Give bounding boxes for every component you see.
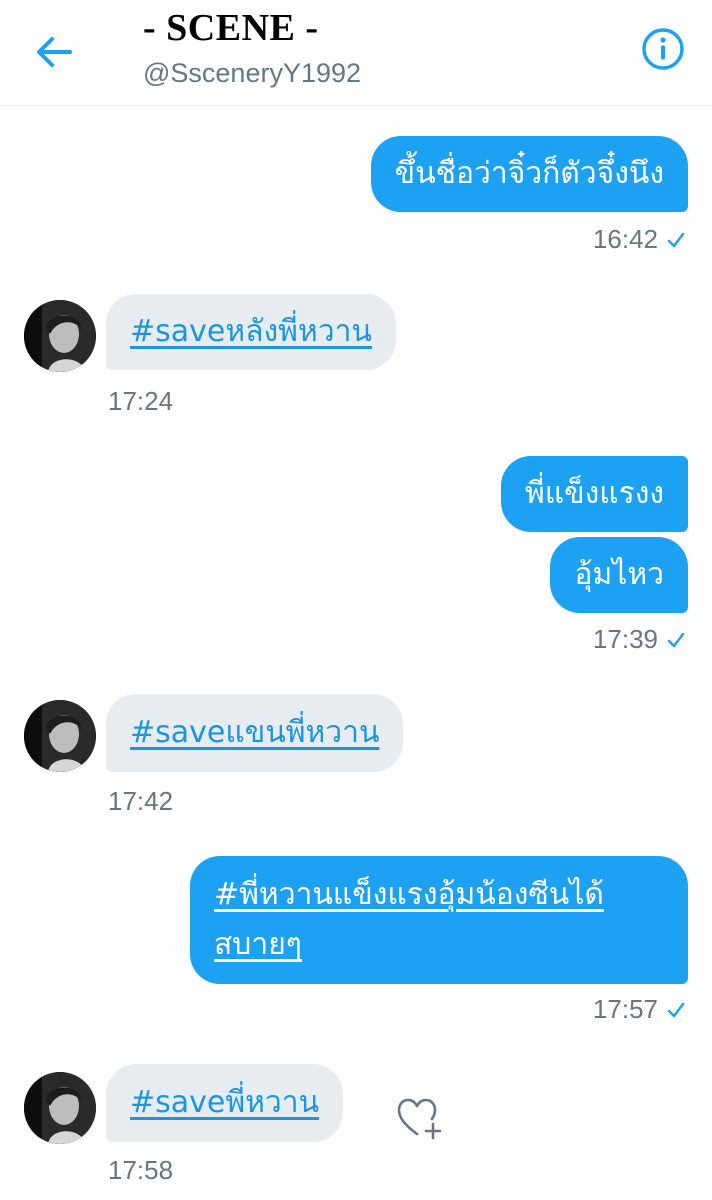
- hashtag-link[interactable]: สบายๆ: [214, 927, 302, 962]
- info-button[interactable]: [640, 26, 686, 72]
- conversation-title: - SCENE -: [143, 7, 319, 49]
- checkmark-icon: [667, 1002, 685, 1018]
- message-timestamp: 17:58: [108, 1155, 174, 1185]
- avatar[interactable]: [24, 700, 96, 772]
- incoming-message[interactable]: #saveพี่หวาน: [106, 1064, 344, 1142]
- message-timestamp: 16:42: [593, 224, 686, 255]
- incoming-message[interactable]: #saveหลังพี่หวาน: [106, 294, 396, 370]
- incoming-message[interactable]: #saveแขนพี่หวาน: [106, 694, 404, 772]
- avatar[interactable]: [24, 1072, 96, 1144]
- hashtag-link[interactable]: #saveแขนพี่หวาน: [130, 715, 379, 750]
- back-button[interactable]: [30, 30, 78, 74]
- message-text: พี่แข็งแรงง: [524, 476, 664, 511]
- message-timestamp: 17:57: [593, 994, 686, 1025]
- conversation-handle: @SsceneryY1992: [143, 58, 362, 88]
- avatar-photo: [24, 300, 96, 372]
- outgoing-message[interactable]: พี่แข็งแรงง: [500, 456, 688, 532]
- outgoing-message[interactable]: #พี่หวานแข็งแรงอุ้มน้องซีนได้ สบายๆ: [190, 856, 688, 984]
- avatar-photo: [24, 700, 96, 772]
- like-button[interactable]: [397, 1098, 443, 1140]
- outgoing-message[interactable]: ขึ้นชื่อว่าจิ๋วก็ตัวจึ๋งนึง: [370, 136, 688, 212]
- arrow-left-icon: [37, 37, 72, 67]
- message-timestamp: 17:42: [108, 786, 174, 816]
- hashtag-link[interactable]: #พี่หวานแข็งแรงอุ้มน้องซีนได้: [214, 877, 604, 912]
- info-circle-icon: [642, 28, 684, 70]
- outgoing-message[interactable]: อุ้มไหว: [550, 537, 688, 613]
- checkmark-icon: [667, 232, 685, 248]
- hashtag-link[interactable]: #saveพี่หวาน: [130, 1085, 319, 1120]
- avatar[interactable]: [24, 300, 96, 372]
- avatar-photo: [24, 1072, 96, 1144]
- message-text: ขึ้นชื่อว่าจิ๋วก็ตัวจึ๋งนึง: [394, 156, 664, 191]
- conversation-header: - SCENE - @SsceneryY1992: [0, 0, 712, 106]
- checkmark-icon: [667, 632, 685, 648]
- message-timestamp: 17:24: [108, 386, 174, 416]
- heart-plus-icon: [397, 1098, 442, 1140]
- message-timestamp: 17:39: [593, 624, 686, 655]
- hashtag-link[interactable]: #saveหลังพี่หวาน: [130, 314, 372, 349]
- message-text: อุ้มไหว: [574, 557, 664, 592]
